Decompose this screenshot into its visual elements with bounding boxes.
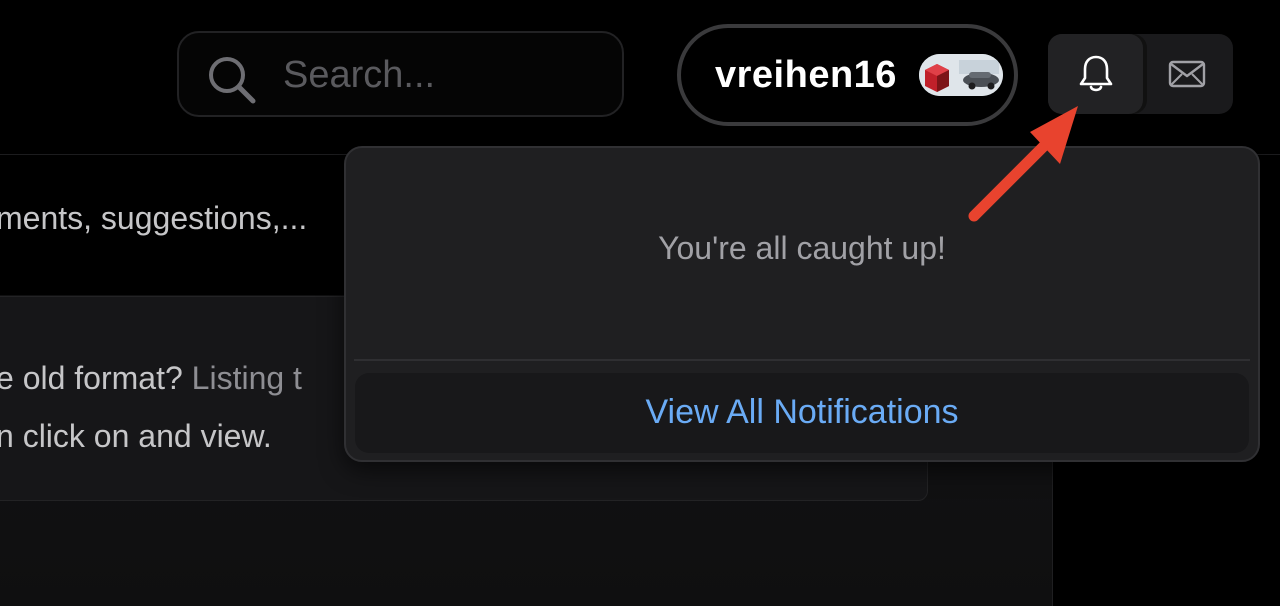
header-icon-group — [1048, 34, 1233, 114]
view-all-notifications-button[interactable]: View All Notifications — [355, 373, 1249, 453]
content-text-line-1: ments, suggestions,... — [0, 200, 308, 236]
content-text-line-3: n click on and view. — [0, 418, 272, 454]
search-icon — [209, 57, 256, 104]
view-all-notifications-label: View All Notifications — [645, 393, 959, 431]
mail-icon — [1168, 60, 1206, 88]
avatar-image — [919, 54, 1003, 96]
avatar — [919, 54, 1003, 96]
username-label: vreihen16 — [715, 54, 897, 96]
content-text-line-2-main: e old format? — [0, 360, 192, 396]
search-input[interactable] — [283, 49, 603, 101]
messages-button[interactable] — [1148, 34, 1233, 114]
user-menu-button[interactable]: vreihen16 — [677, 24, 1018, 126]
notifications-dropdown: You're all caught up! View All Notificat… — [344, 146, 1260, 462]
content-text-line-2-link[interactable]: Listing t — [192, 360, 302, 396]
search-box[interactable] — [177, 31, 624, 117]
notifications-empty-message: You're all caught up! — [658, 230, 946, 266]
content-text-line-2: e old format? Listing t — [0, 360, 302, 397]
app-window: ments, suggestions,... e old format? Lis… — [0, 0, 1280, 606]
dropdown-divider — [354, 359, 1250, 361]
top-header: vreihen16 — [0, 0, 1280, 155]
bell-icon — [1079, 55, 1113, 92]
notifications-button[interactable] — [1048, 34, 1143, 114]
